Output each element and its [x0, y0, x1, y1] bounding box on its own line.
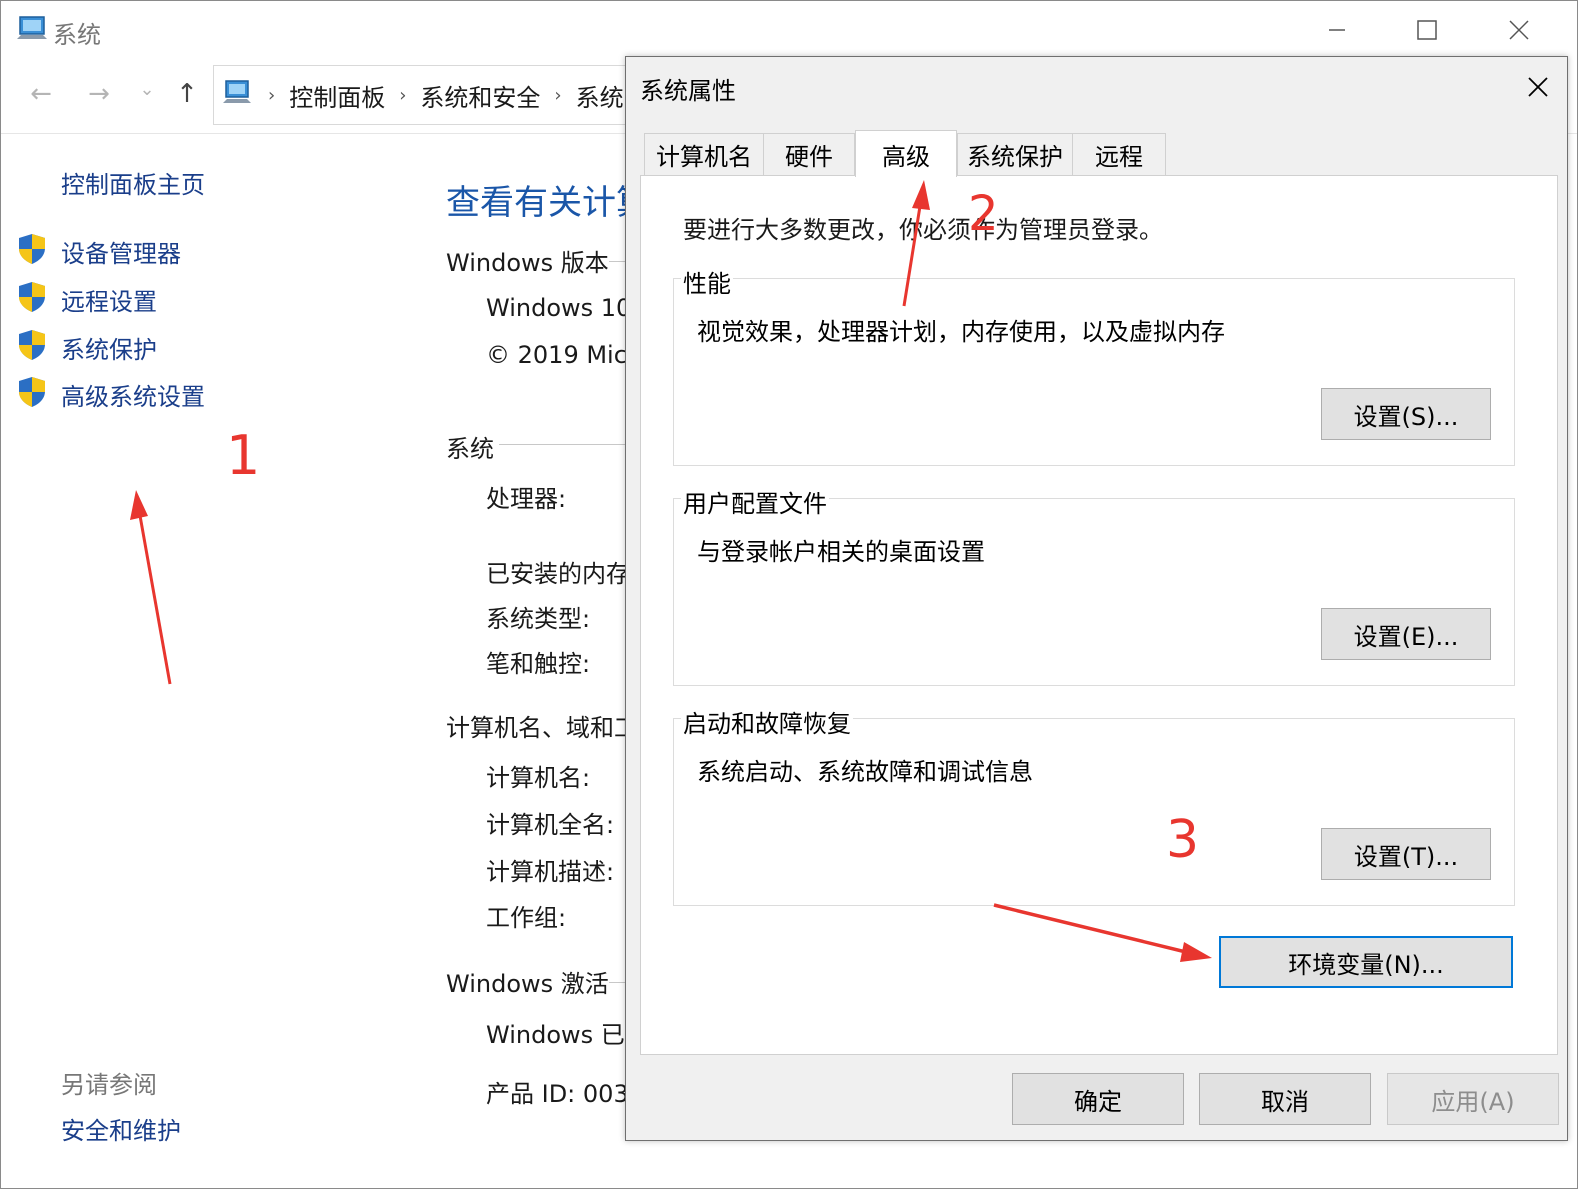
annotation-step-1: 1: [226, 424, 261, 487]
annotation-arrow-2: [902, 180, 930, 307]
annotation-arrow-3: [993, 903, 1212, 962]
annotation-step-2: 2: [968, 186, 999, 242]
annotation-step-3: 3: [1166, 810, 1200, 870]
annotation-overlay: [130, 180, 1212, 962]
tab-advanced[interactable]: 高级: [855, 130, 957, 177]
annotation-arrow-1: [130, 490, 172, 685]
